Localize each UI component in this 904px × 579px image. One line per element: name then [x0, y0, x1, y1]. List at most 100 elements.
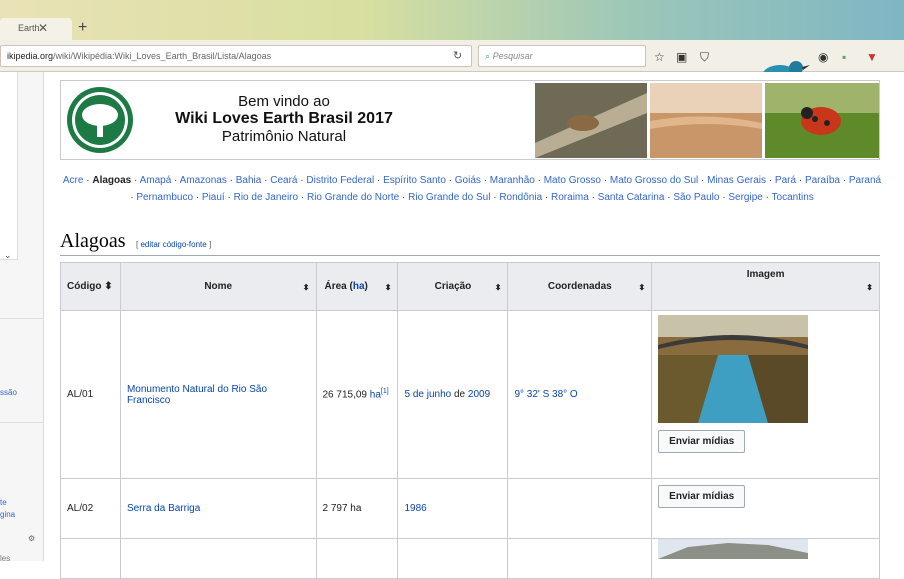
state-link[interactable]: Goiás [455, 175, 481, 186]
section-title: Alagoas [60, 230, 126, 252]
search-input[interactable]: ⌕ Pesquisar [478, 45, 646, 67]
sort-icon: ⬍ [638, 283, 646, 292]
sidebar-link[interactable]: gina [0, 510, 15, 520]
header-area-close: ) [364, 281, 368, 292]
state-link[interactable]: Acre [63, 175, 84, 186]
state-link[interactable]: Amapá [140, 175, 172, 186]
area-value: 26 715,09 [322, 389, 370, 401]
browser-tab[interactable]: Earth ✕ [0, 18, 72, 40]
library-icon[interactable]: ▣ [676, 50, 687, 64]
gear-icon[interactable]: ⚙ [28, 534, 35, 544]
state-link[interactable]: Mato Grosso do Sul [610, 175, 698, 186]
state-link[interactable]: Sergipe [728, 192, 762, 203]
bookmark-star-icon[interactable]: ☆ [654, 50, 665, 64]
separator: · [766, 175, 775, 186]
header-criacao[interactable]: Criação ⬍ [397, 262, 509, 311]
state-link[interactable]: Mato Grosso [544, 175, 601, 186]
date-link[interactable]: 5 de junho [404, 389, 451, 400]
url-bar[interactable]: ikipedia.org/wiki/Wikipédia:Wiki_Loves_E… [0, 45, 472, 67]
cell-codigo: AL/02 [60, 478, 121, 539]
edit-source-link[interactable]: editar código-fonte [140, 240, 206, 249]
cell-nome: Monumento Natural do Rio São Francisco [119, 310, 317, 479]
year-link[interactable]: 1986 [404, 503, 426, 514]
extension-icon[interactable]: ◉ [818, 50, 828, 64]
cell-imagem: Enviar mídias [651, 478, 880, 539]
tree-logo-icon [67, 87, 133, 153]
header-coordenadas[interactable]: Coordenadas ⬍ [507, 262, 653, 311]
state-link[interactable]: Bahia [236, 175, 262, 186]
sidebar-panel [0, 72, 18, 260]
photo-dunes [650, 83, 762, 158]
header-imagem[interactable]: Imagem ⬍ [651, 262, 880, 311]
bridge-photo[interactable] [658, 315, 809, 423]
header-area-label: Área ( [324, 281, 353, 292]
header-coordenadas-label: Coordenadas [547, 281, 612, 292]
header-codigo[interactable]: Código ⬍ [60, 262, 121, 311]
photo-squirrel [535, 83, 647, 158]
state-link[interactable]: Minas Gerais [707, 175, 766, 186]
separator: · [762, 192, 772, 203]
close-tab-icon[interactable]: ✕ [38, 21, 48, 35]
chevron-down-icon[interactable]: ⌄ [4, 250, 12, 261]
cell-imagem [651, 538, 880, 579]
state-link[interactable]: Santa Catarina [598, 192, 665, 203]
cell-coordenadas [507, 538, 653, 579]
state-link[interactable]: Amazonas [180, 175, 227, 186]
state-link[interactable]: Piauí [202, 192, 225, 203]
sort-icon: ⬍ [302, 283, 310, 292]
separator: · [131, 175, 140, 186]
coordinates-link[interactable]: 9° 32' S 38° O [514, 389, 577, 400]
protected-areas-table: Código ⬍ Nome ⬍ Área (ha) ⬍ Criação ⬍ Coord… [60, 262, 880, 579]
state-link[interactable]: Tocantins [772, 192, 814, 203]
new-tab-icon[interactable]: + [78, 19, 87, 37]
hectare-link[interactable]: ha [370, 390, 381, 401]
state-link[interactable]: São Paulo [673, 192, 719, 203]
separator: · [399, 192, 409, 203]
state-link[interactable]: Rio de Janeiro [234, 192, 298, 203]
photo-ladybug [765, 83, 879, 158]
rock-photo[interactable] [658, 539, 809, 559]
upload-media-button[interactable]: Enviar mídias [658, 485, 746, 508]
state-link[interactable]: Paraíba [805, 175, 840, 186]
header-area[interactable]: Área (ha) ⬍ [315, 262, 399, 311]
cell-imagem: Enviar mídias [651, 310, 880, 479]
state-link[interactable]: Pernambuco [136, 192, 193, 203]
separator: · [796, 175, 805, 186]
header-codigo-label: Código [67, 281, 102, 292]
separator: · [374, 175, 384, 186]
state-link[interactable]: Ceará [270, 175, 297, 186]
state-link[interactable]: Roraima [551, 192, 589, 203]
sidebar-link[interactable]: te [0, 498, 7, 508]
state-link[interactable]: Rio Grande do Sul [408, 192, 490, 203]
year-link[interactable]: 2009 [468, 389, 490, 400]
state-link[interactable]: Distrito Federal [306, 175, 374, 186]
separator: · [224, 192, 234, 203]
state-link[interactable]: Rio Grande do Norte [307, 192, 399, 203]
state-link[interactable]: Espírito Santo [383, 175, 446, 186]
extension-green-icon[interactable]: ▪ [842, 50, 846, 64]
browser-nav-bar: ikipedia.org/wiki/Wikipédia:Wiki_Loves_E… [0, 40, 904, 104]
cell-coordenadas: 9° 32' S 38° O [507, 310, 653, 479]
state-link[interactable]: Rondônia [499, 192, 542, 203]
separator: · [193, 192, 202, 203]
header-nome[interactable]: Nome ⬍ [119, 262, 317, 311]
state-link[interactable]: Paraná [849, 175, 881, 186]
upload-media-button[interactable]: Enviar mídias [658, 430, 746, 453]
edit-close-bracket: ] [206, 240, 212, 249]
header-imagem-label: Imagem [746, 269, 785, 280]
table-row: AL/01 Monumento Natural do Rio São Franc… [60, 310, 880, 479]
state-link[interactable]: Pará [775, 175, 796, 186]
hectare-link[interactable]: ha [353, 281, 365, 292]
tab-title: Earth [18, 23, 40, 33]
reference-link[interactable]: [1] [381, 388, 389, 395]
sidebar-link[interactable]: ssão [0, 388, 17, 398]
welcome-line-1: Bem vindo ao [238, 93, 330, 110]
pocket-icon[interactable]: ⛉ [700, 50, 709, 65]
state-link[interactable]: Maranhão [490, 175, 535, 186]
area-name-link[interactable]: Serra da Barriga [127, 503, 200, 514]
area-name-link[interactable]: Monumento Natural do Rio São Francisco [127, 384, 267, 406]
table-header-row: Código ⬍ Nome ⬍ Área (ha) ⬍ Criação ⬍ Coord… [60, 262, 880, 311]
reload-icon[interactable]: ↻ [453, 49, 462, 62]
cell-area: 2 797 ha [315, 478, 399, 539]
extension-red-icon[interactable]: ▼ [866, 50, 878, 64]
